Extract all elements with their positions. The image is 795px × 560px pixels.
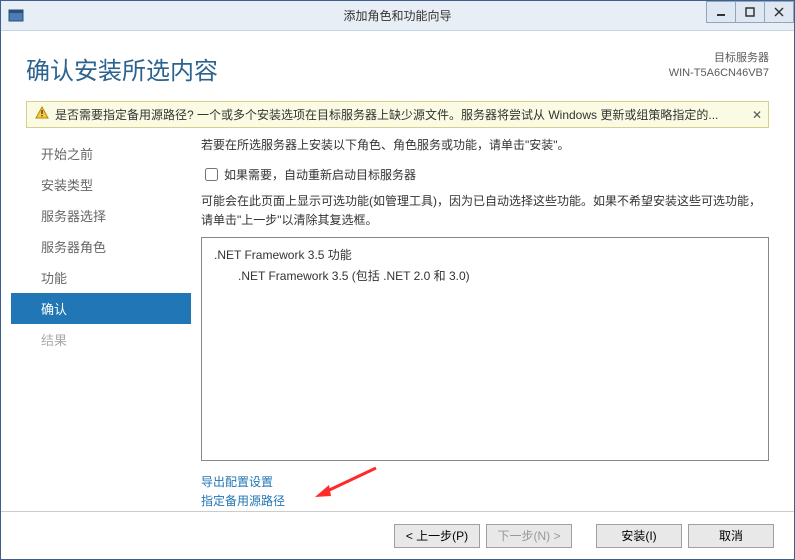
instruction-line1: 若要在所选服务器上安装以下角色、角色服务或功能，请单击"安装"。: [201, 136, 769, 155]
target-value: WIN-T5A6CN46VB7: [669, 66, 769, 81]
titlebar: 添加角色和功能向导: [1, 1, 794, 31]
sidebar-item-confirm[interactable]: 确认: [11, 293, 191, 324]
next-button: 下一步(N) >: [486, 524, 572, 548]
maximize-button[interactable]: [735, 1, 765, 23]
window-controls: [707, 1, 794, 23]
header: 确认安装所选内容 目标服务器 WIN-T5A6CN46VB7: [1, 31, 794, 96]
cancel-button[interactable]: 取消: [688, 524, 774, 548]
body: 开始之前 安装类型 服务器选择 服务器角色 功能 确认 结果 若要在所选服务器上…: [1, 136, 794, 511]
feature-parent: .NET Framework 3.5 功能: [214, 246, 756, 263]
restart-checkbox[interactable]: [205, 168, 218, 181]
target-label: 目标服务器: [669, 51, 769, 66]
target-server: 目标服务器 WIN-T5A6CN46VB7: [669, 51, 769, 82]
close-button[interactable]: [764, 1, 794, 23]
main-content: 若要在所选服务器上安装以下角色、角色服务或功能，请单击"安装"。 如果需要，自动…: [191, 136, 794, 511]
sidebar-item-features[interactable]: 功能: [11, 262, 191, 293]
instruction-line2: 可能会在此页面上显示可选功能(如管理工具)，因为已自动选择这些功能。如果不希望安…: [201, 192, 769, 230]
window-title: 添加角色和功能向导: [1, 7, 794, 24]
links: 导出配置设置 指定备用源路径: [201, 473, 769, 511]
sidebar-item-server-roles[interactable]: 服务器角色: [11, 231, 191, 262]
app-icon: [8, 8, 24, 24]
install-button[interactable]: 安装(I): [596, 524, 682, 548]
previous-button[interactable]: < 上一步(P): [394, 524, 480, 548]
wizard-window: 添加角色和功能向导 确认安装所选内容 目标服务器 WIN-T5A6CN46VB7…: [0, 0, 795, 560]
restart-checkbox-label: 如果需要，自动重新启动目标服务器: [224, 166, 416, 183]
warning-text: 是否需要指定备用源路径? 一个或多个安装选项在目标服务器上缺少源文件。服务器将尝…: [55, 106, 718, 123]
footer: < 上一步(P) 下一步(N) > 安装(I) 取消: [1, 511, 794, 559]
sidebar-item-results: 结果: [11, 324, 191, 355]
warning-close-icon[interactable]: ✕: [752, 108, 762, 122]
alternate-path-link[interactable]: 指定备用源路径: [201, 492, 769, 511]
sidebar: 开始之前 安装类型 服务器选择 服务器角色 功能 确认 结果: [11, 136, 191, 511]
features-listbox: .NET Framework 3.5 功能 .NET Framework 3.5…: [201, 237, 769, 461]
restart-checkbox-row: 如果需要，自动重新启动目标服务器: [201, 165, 769, 184]
sidebar-item-server-select[interactable]: 服务器选择: [11, 200, 191, 231]
sidebar-item-before[interactable]: 开始之前: [11, 138, 191, 169]
warning-icon: [35, 106, 49, 123]
export-config-link[interactable]: 导出配置设置: [201, 473, 769, 492]
feature-child: .NET Framework 3.5 (包括 .NET 2.0 和 3.0): [238, 267, 756, 284]
sidebar-item-install-type[interactable]: 安装类型: [11, 169, 191, 200]
minimize-button[interactable]: [706, 1, 736, 23]
warning-bar: 是否需要指定备用源路径? 一个或多个安装选项在目标服务器上缺少源文件。服务器将尝…: [26, 101, 769, 128]
page-heading: 确认安装所选内容: [26, 51, 218, 86]
annotation-arrow-icon: [311, 463, 381, 503]
